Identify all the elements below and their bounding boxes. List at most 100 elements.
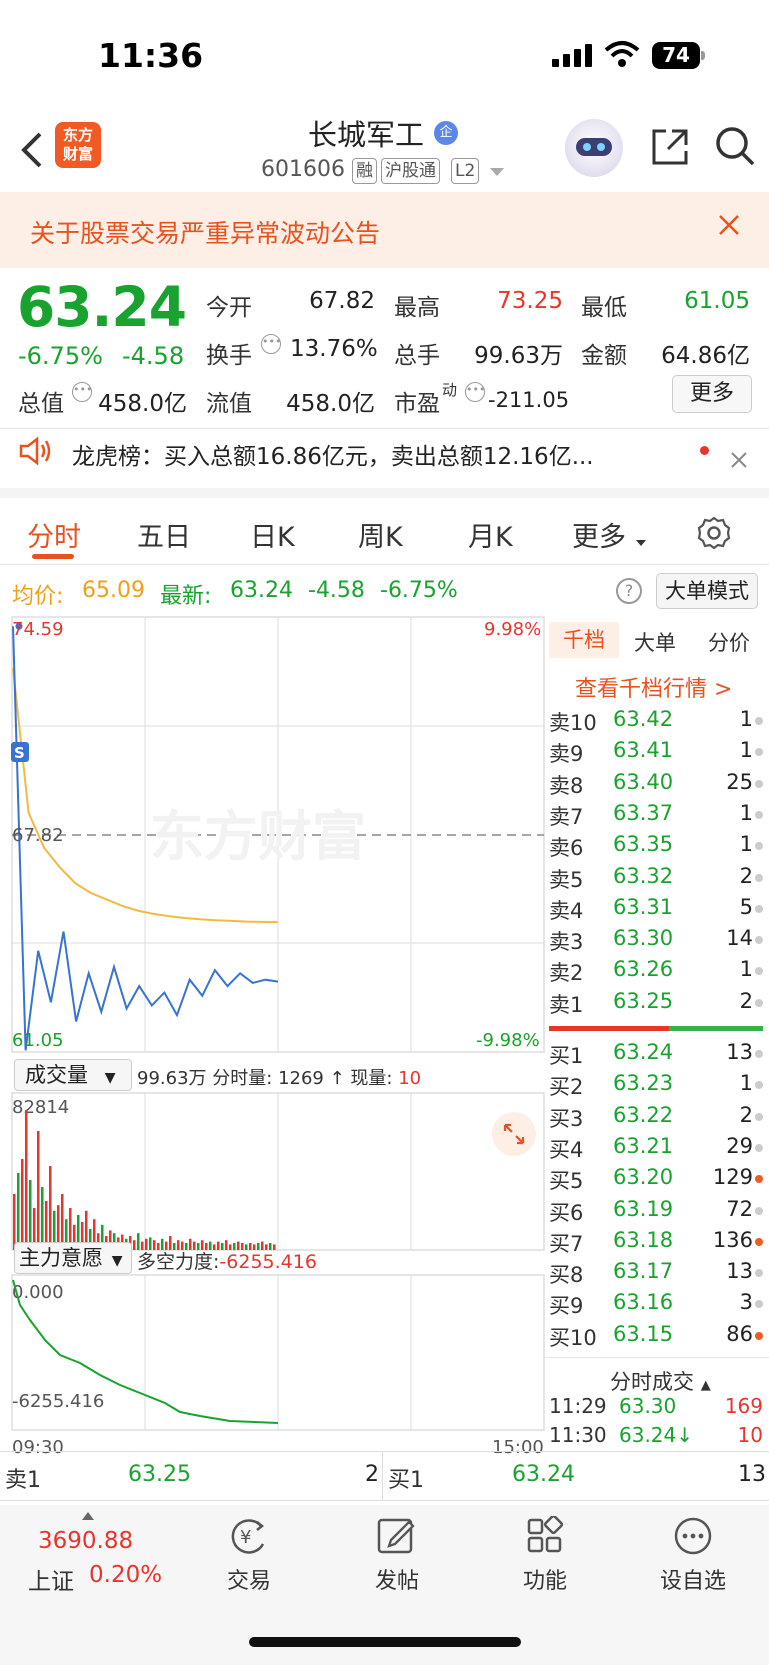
dragon-tiger-text[interactable]: 龙虎榜：买入总额16.86亿元，卖出总额12.16亿... [72, 437, 594, 471]
bid-level: 买4 [549, 1137, 584, 1162]
mktcap-info-icon[interactable]: ••• [72, 382, 92, 402]
ask-row[interactable]: 卖8 63.40 25 [549, 770, 763, 801]
ask-row[interactable]: 卖4 63.31 5 [549, 895, 763, 926]
bid-price: 63.21 [613, 1133, 674, 1158]
notice-text[interactable]: 关于股票交易严重异常波动公告 [30, 214, 380, 250]
bid-row[interactable]: 买3 63.22 2 [549, 1103, 763, 1134]
bid-level: 买9 [549, 1294, 584, 1319]
strip-divider [382, 1451, 383, 1501]
index-value[interactable]: 3690.88 [38, 1528, 133, 1554]
big-order-mode-button[interactable]: 大单模式 [656, 573, 758, 609]
trade-row: 11:30 63.24↓ 10 [549, 1423, 763, 1451]
tab-big-orders[interactable]: 大单 [634, 627, 676, 657]
ask-level: 卖4 [549, 898, 584, 923]
nav-post[interactable]: 发帖 [347, 1563, 447, 1595]
bid-level: 买3 [549, 1106, 584, 1131]
share-icon[interactable] [650, 127, 690, 167]
ask-level: 卖5 [549, 867, 584, 892]
bid-row[interactable]: 买5 63.20 129 [549, 1165, 763, 1196]
back-icon[interactable] [20, 130, 44, 180]
bid-row[interactable]: 买2 63.23 1 [549, 1071, 763, 1102]
intraday-chart[interactable]: 东方财富 S 74.59 9.98% 67.82 61.05 -9.98% 82… [0, 615, 545, 1455]
latest-chg: -4.58 [308, 578, 365, 603]
bid-row[interactable]: 买7 63.18 136 [549, 1228, 763, 1259]
trade-price: 63.24↓ [619, 1423, 694, 1447]
volume-bar [17, 1173, 20, 1250]
tab-weekly-k[interactable]: 周K [358, 515, 403, 554]
tab-price-dist[interactable]: 分价 [708, 627, 750, 657]
tab-more[interactable]: 更多 [572, 515, 626, 554]
volume-info: 99.63万 分时量: 1269 ↑ 现量: 10 [137, 1068, 422, 1089]
order-dot [755, 1175, 763, 1184]
index-pct[interactable]: 0.20% [89, 1562, 162, 1588]
ask-row[interactable]: 卖1 63.25 2 [549, 989, 763, 1020]
bid-row[interactable]: 买1 63.24 13 [549, 1040, 763, 1071]
bid-row[interactable]: 买9 63.16 3 [549, 1290, 763, 1321]
mainforce-top-label: 0.000 [12, 1282, 64, 1303]
help-icon[interactable]: ? [616, 578, 642, 604]
gear-icon[interactable] [697, 516, 731, 550]
bid-row[interactable]: 买6 63.19 72 [549, 1197, 763, 1228]
divider [0, 428, 769, 429]
ask-row[interactable]: 卖2 63.26 1 [549, 957, 763, 988]
ask-qty: 1 [739, 800, 753, 825]
search-icon[interactable] [714, 125, 756, 167]
bid-row[interactable]: 买4 63.21 29 [549, 1134, 763, 1165]
status-time: 11:36 [98, 36, 204, 75]
bid-ask-ratio-green [669, 1026, 763, 1031]
mainforce-selector[interactable]: 主力意愿 ▼ [14, 1242, 132, 1274]
tab-depth[interactable]: 千档 [549, 622, 619, 658]
expand-icon[interactable] [492, 1112, 536, 1156]
bid-level: 买8 [549, 1263, 584, 1288]
open-value: 67.82 [309, 288, 375, 314]
chevron-down-icon[interactable] [490, 168, 504, 176]
strip-sell-label: 卖1 [5, 1468, 41, 1493]
depth-link[interactable]: 查看千档行情 > [575, 671, 732, 703]
features-icon[interactable] [495, 1514, 595, 1560]
volume-bar [29, 1180, 32, 1250]
ask-row[interactable]: 卖7 63.37 1 [549, 801, 763, 832]
section-gap [0, 488, 769, 498]
ask-row[interactable]: 卖9 63.41 1 [549, 738, 763, 769]
more-button[interactable]: 更多 [672, 375, 752, 413]
tab-daily-k[interactable]: 日K [250, 515, 295, 554]
ask-level: 卖1 [549, 992, 584, 1017]
ask-level: 卖10 [549, 711, 597, 735]
home-indicator [249, 1637, 521, 1647]
post-icon[interactable] [347, 1516, 447, 1560]
bid-row[interactable]: 买10 63.15 86 [549, 1322, 763, 1353]
pe-info-icon[interactable]: ••• [465, 382, 485, 402]
index-expand-icon[interactable] [82, 1512, 94, 1520]
watchlist-icon[interactable] [643, 1516, 743, 1560]
tab-five-day[interactable]: 五日 [137, 515, 191, 554]
tab-underline [32, 554, 74, 559]
y-min-label: 61.05 [12, 1030, 64, 1051]
trades-title[interactable]: 分时成交 ▲ [610, 1366, 711, 1396]
tab-intraday[interactable]: 分时 [27, 515, 81, 554]
dragon-close-icon[interactable] [730, 447, 748, 475]
order-dot [755, 1237, 763, 1246]
nav-add-watchlist[interactable]: 设自选 [643, 1563, 743, 1595]
nav-features[interactable]: 功能 [495, 1563, 595, 1595]
index-name[interactable]: 上证 [28, 1562, 74, 1596]
turnover-info-icon[interactable]: ••• [261, 334, 281, 354]
ask-level: 卖9 [549, 742, 584, 767]
ask-row[interactable]: 卖3 63.30 14 [549, 926, 763, 957]
order-dot [755, 1269, 763, 1278]
open-label: 今开 [206, 295, 252, 321]
ask-row[interactable]: 卖5 63.32 2 [549, 864, 763, 895]
bid-row[interactable]: 买8 63.17 13 [549, 1259, 763, 1290]
bid-qty: 136 [712, 1227, 753, 1252]
ask-row[interactable]: 卖6 63.35 1 [549, 832, 763, 863]
ask-level: 卖8 [549, 773, 584, 798]
trade-row: 11:29 63.30 169 [549, 1394, 763, 1422]
tab-monthly-k[interactable]: 月K [468, 515, 513, 554]
ask-row[interactable]: 卖10 63.42 1 [549, 707, 763, 738]
nav-trade[interactable]: 交易 [199, 1563, 299, 1595]
volume-selector[interactable]: 成交量 ▼ [14, 1059, 132, 1091]
divider [0, 564, 769, 565]
change-amt: -4.58 [122, 342, 185, 370]
notice-close-icon[interactable] [717, 210, 741, 245]
ask-level: 卖3 [549, 930, 584, 955]
trade-icon[interactable]: ¥ [199, 1516, 299, 1560]
